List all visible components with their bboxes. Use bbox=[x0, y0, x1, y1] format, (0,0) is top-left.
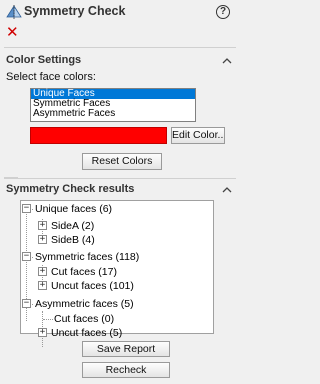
close-icon[interactable]: ✕ bbox=[6, 25, 19, 40]
collapse-node-icon[interactable]: − bbox=[22, 299, 31, 308]
recheck-button[interactable]: Recheck bbox=[82, 362, 170, 378]
list-item-asymmetric-faces[interactable]: Asymmetric Faces bbox=[31, 109, 195, 119]
chevron-up-icon[interactable] bbox=[222, 56, 232, 66]
results-header[interactable]: Symmetry Check results bbox=[6, 183, 134, 195]
collapse-node-icon[interactable]: − bbox=[22, 204, 31, 213]
save-report-button[interactable]: Save Report bbox=[82, 341, 170, 357]
expand-node-icon[interactable]: + bbox=[38, 235, 47, 244]
divider bbox=[4, 178, 236, 179]
edit-color-button[interactable]: Edit Color... bbox=[171, 127, 225, 144]
select-face-colors-label: Select face colors: bbox=[6, 71, 96, 83]
expand-node-icon[interactable]: + bbox=[38, 281, 47, 290]
help-icon[interactable]: ? bbox=[216, 5, 230, 19]
expand-node-icon[interactable]: + bbox=[38, 328, 47, 337]
divider bbox=[4, 47, 236, 48]
collapse-node-icon[interactable]: − bbox=[22, 252, 31, 261]
symmetry-check-icon bbox=[6, 4, 22, 19]
color-settings-header[interactable]: Color Settings bbox=[6, 54, 81, 66]
reset-colors-button[interactable]: Reset Colors bbox=[82, 153, 162, 170]
face-color-swatch bbox=[30, 127, 167, 144]
page-title: Symmetry Check bbox=[24, 4, 126, 18]
face-color-listbox[interactable]: Unique Faces Symmetric Faces Asymmetric … bbox=[30, 88, 196, 122]
results-tree[interactable]: − Unique faces (6) + SideA (2) + SideB (… bbox=[20, 200, 214, 347]
chevron-up-icon[interactable] bbox=[222, 185, 232, 195]
expand-node-icon[interactable]: + bbox=[38, 267, 47, 276]
expand-node-icon[interactable]: + bbox=[38, 221, 47, 230]
